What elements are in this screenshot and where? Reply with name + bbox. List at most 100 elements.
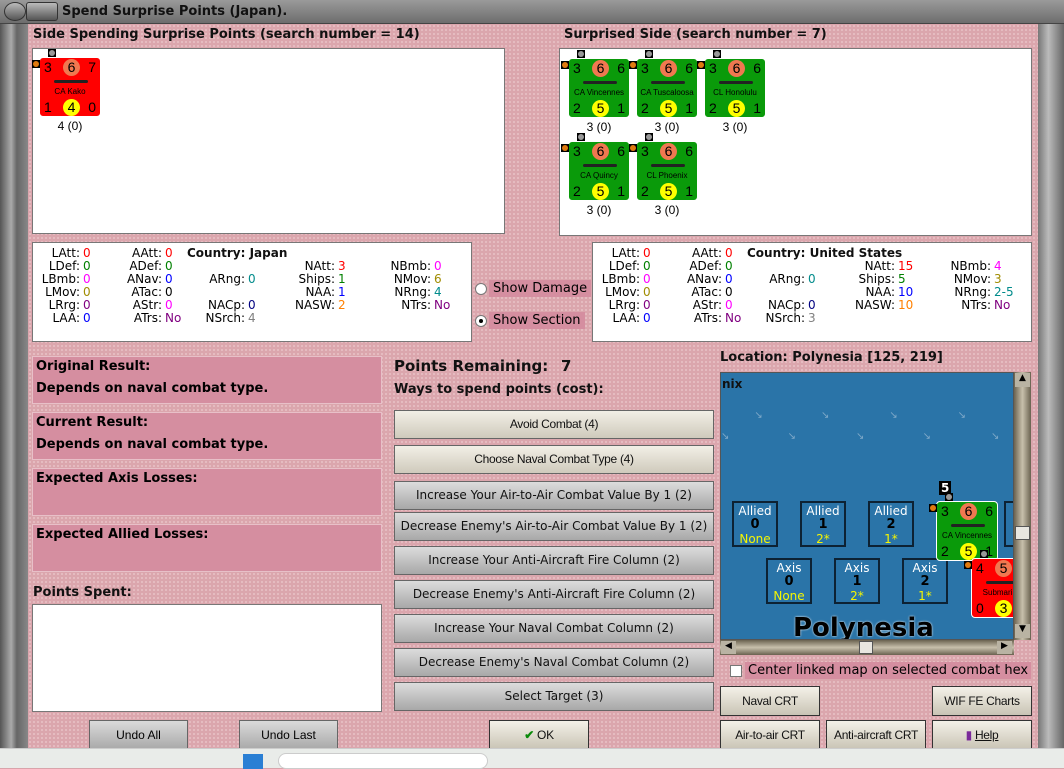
stat-label: NTrs:	[961, 298, 991, 312]
ok-button[interactable]: ✔ OK	[489, 720, 589, 750]
counter-br-value: 0	[88, 99, 96, 115]
counter-tr-value: 6	[617, 60, 625, 76]
stat-value: 4	[994, 259, 1002, 273]
show-damage-radio[interactable]	[475, 283, 487, 295]
stat-value: 4	[248, 311, 256, 325]
status-marker-icon	[577, 133, 585, 141]
allied-combat-box[interactable]: Allied 0 None	[732, 501, 778, 547]
scroll-down-arrow-icon[interactable]: ▼	[1015, 624, 1030, 638]
action-button[interactable]: Increase Your Air-to-Air Combat Value By…	[394, 481, 714, 510]
action-button[interactable]: Decrease Enemy's Anti-Aircraft Fire Colu…	[394, 580, 714, 609]
counter-caption: 3 (0)	[586, 203, 612, 217]
action-button[interactable]: Increase Your Anti-Aircraft Fire Column …	[394, 546, 714, 575]
horizontal-scroll-thumb[interactable]	[859, 641, 873, 654]
scroll-up-arrow-icon[interactable]: ▲	[1015, 373, 1030, 387]
allied-combat-box[interactable]: Allied 2 1*	[868, 501, 914, 547]
action-button[interactable]: Avoid Combat (4)	[394, 410, 714, 439]
counter-bl-value: 2	[573, 183, 581, 199]
help-button[interactable]: ▮ Help	[932, 720, 1032, 750]
scroll-right-arrow-icon[interactable]: ▶	[997, 641, 1012, 654]
stat-value: No	[434, 298, 451, 312]
anti-aircraft-crt-button[interactable]: Anti-aircraft CRT	[826, 720, 926, 750]
region-name-label: Polynesia	[793, 613, 934, 640]
stat-value: 0	[725, 246, 733, 260]
counter-bl-value: 1	[44, 99, 52, 115]
axis-combat-box[interactable]: Axis 2 1*	[902, 558, 948, 604]
vertical-scroll-thumb[interactable]	[1015, 526, 1030, 540]
counter-top-circle: 6	[660, 143, 677, 160]
counter-tr-value: 6	[617, 143, 625, 159]
counter-caption: 3 (0)	[654, 203, 680, 217]
naval-crt-button[interactable]: Naval CRT	[720, 686, 820, 716]
system-menu-icon[interactable]	[4, 2, 26, 21]
allied-combat-box[interactable]: Allied 1 2*	[800, 501, 846, 547]
undo-all-button[interactable]: Undo All	[89, 720, 188, 750]
counter-tr-value: 6	[685, 143, 693, 159]
counter-bottom-circle: 3	[995, 600, 1012, 617]
counter-bottom-circle: 5	[592, 100, 609, 117]
map-location-label: Location: Polynesia [125, 219]	[720, 350, 943, 365]
counter-top-circle: 6	[63, 59, 80, 76]
stat-value: 1	[338, 272, 346, 286]
taskbar-search-box[interactable]	[278, 753, 488, 769]
stat-label: LDef:	[48, 259, 80, 273]
unit-counter[interactable]: 3 6 2 1 6 5 CA Vincennes	[929, 493, 998, 561]
ship-silhouette-icon	[583, 164, 617, 167]
map-view[interactable]: nix ↘ ↘ ↘ ↘ ↘ ↘ ↘ ↘ ↘ Allied 0 None Allied 1 2* Allied…	[720, 372, 1014, 640]
start-icon[interactable]	[243, 754, 263, 769]
action-button[interactable]: Increase Your Naval Combat Column (2)	[394, 614, 714, 643]
points-spent-list[interactable]	[32, 604, 382, 712]
counter-top-circle: 6	[592, 60, 609, 77]
collapse-button[interactable]	[26, 2, 58, 21]
title-bar: Spend Surprise Points (Japan).	[0, 0, 1064, 24]
action-button[interactable]: Choose Naval Combat Type (4)	[394, 445, 714, 474]
scroll-left-arrow-icon[interactable]: ◀	[721, 641, 736, 654]
stat-value: 0	[643, 285, 651, 299]
axis-combat-box[interactable]: Axis 1 2*	[834, 558, 880, 604]
unit-counter[interactable]: 3 6 2 1 6 5 CA Quincy 3 (0)	[561, 133, 630, 217]
air-to-air-crt-button[interactable]: Air-to-air CRT	[720, 720, 820, 750]
box-side: Axis	[912, 561, 938, 575]
map-horizontal-scrollbar[interactable]: ◀ ▶	[720, 640, 1014, 655]
wind-arrow-icon: ↘	[922, 431, 932, 443]
unit-counter[interactable]: 3 6 2 1 6 5 CA Tuscaloosa 3 (0)	[629, 50, 698, 134]
status-marker-icon	[629, 61, 637, 69]
action-button[interactable]: Decrease Enemy's Air-to-Air Combat Value…	[394, 512, 714, 541]
action-button[interactable]: Select Target (3)	[394, 682, 714, 711]
points-remaining-label: Points Remaining:	[394, 357, 549, 375]
undo-last-button[interactable]: Undo Last	[239, 720, 338, 750]
stat-value: 5	[898, 272, 906, 286]
unit-counter[interactable]: 3 7 1 0 6 4 CA Kako 4 (0)	[32, 49, 101, 133]
unit-counter[interactable]: 3 6 2 1 6 5 CL Phoenix 3 (0)	[629, 133, 698, 217]
box-side: Allied	[738, 504, 772, 518]
stat-label: NTrs:	[401, 298, 431, 312]
stat-value: 3	[338, 259, 346, 273]
stat-value: 0	[83, 298, 91, 312]
show-section-radio[interactable]	[475, 315, 487, 327]
wind-arrow-icon: ↘	[787, 431, 797, 443]
map-vertical-scrollbar[interactable]: ▲ ▼	[1014, 372, 1031, 640]
stat-label: LAtt:	[51, 246, 80, 260]
stat-label: NAA:	[865, 285, 895, 299]
stat-label: AAtt:	[692, 246, 722, 260]
counter-tl-value: 3	[641, 60, 649, 76]
action-button[interactable]: Decrease Enemy's Naval Combat Column (2)	[394, 648, 714, 677]
unit-counter[interactable]: 3 6 2 1 6 5 CA Vincennes 3 (0)	[561, 50, 630, 134]
box-value: 1*	[884, 532, 898, 546]
expected-axis-losses-box: Expected Axis Losses:	[32, 468, 382, 516]
unit-counter[interactable]: 3 6 2 1 6 5 CL Honolulu 3 (0)	[697, 50, 766, 134]
unit-counter[interactable]: 460053Submarine	[964, 550, 1013, 618]
counter-caption: 3 (0)	[722, 120, 748, 134]
show-section-label[interactable]: Show Section	[489, 312, 585, 329]
wif-fe-charts-button[interactable]: WIF FE Charts	[932, 686, 1032, 716]
allied-losses-value	[36, 549, 378, 571]
ship-silhouette-icon	[54, 80, 88, 83]
center-map-checkbox[interactable]	[730, 665, 742, 677]
counter-top-circle: 5	[995, 560, 1012, 577]
show-damage-label[interactable]: Show Damage	[489, 280, 592, 297]
current-result-label: Current Result:	[36, 415, 149, 430]
center-map-label[interactable]: Center linked map on selected combat hex	[745, 662, 1032, 679]
axis-combat-box[interactable]: Axis 0 None	[766, 558, 812, 604]
stat-value: 4	[434, 285, 442, 299]
counter-bottom-circle: 5	[660, 100, 677, 117]
